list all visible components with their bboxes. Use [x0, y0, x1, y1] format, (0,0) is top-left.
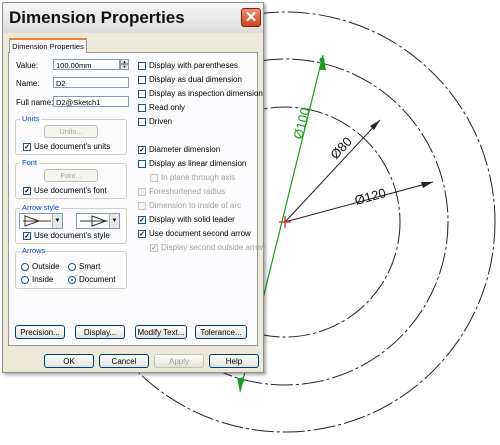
- arrows-group-title: Arrows: [20, 246, 48, 255]
- name-field[interactable]: D2: [53, 77, 129, 88]
- dim-100-handle-bottom[interactable]: [239, 377, 245, 383]
- radio-document-label: Document: [79, 275, 116, 284]
- use-doc-font-label: Use document's font: [34, 186, 107, 195]
- units-group-title: Units: [20, 114, 42, 123]
- dim-80-label[interactable]: Ø80: [327, 134, 355, 162]
- font-group-title: Font: [20, 158, 40, 167]
- option-box[interactable]: [138, 202, 146, 210]
- radio-document-circle[interactable]: [68, 276, 76, 284]
- use-doc-units-label: Use document's units: [34, 142, 111, 151]
- option-label: Display as linear dimension: [149, 159, 247, 168]
- chevron-down-icon: ▼: [52, 214, 62, 228]
- title-bar[interactable]: Dimension Properties ✕: [3, 3, 263, 33]
- option-label: Display with solid leader: [149, 215, 235, 224]
- dialog-title: Dimension Properties: [9, 8, 185, 27]
- units-button[interactable]: Units...: [44, 125, 98, 138]
- option-box[interactable]: ✓: [138, 146, 146, 154]
- option-box[interactable]: [138, 160, 146, 168]
- option-label: Display with parentheses: [149, 61, 238, 70]
- value-field[interactable]: 100.00mm: [53, 59, 120, 70]
- radio-outside-circle[interactable]: [21, 263, 29, 271]
- arrow-style-group: Arrow style ▼ ▼ ✓ Use document's style: [15, 203, 127, 244]
- value-spin-down[interactable]: ▼: [120, 64, 129, 70]
- radio-outside-label: Outside: [32, 262, 60, 271]
- fullname-field[interactable]: D2@Sketch1: [53, 96, 129, 107]
- arrow-style-right-select[interactable]: ▼: [76, 213, 120, 229]
- option-label: In plane through axis: [161, 173, 236, 182]
- value-label: Value:: [16, 61, 39, 70]
- option-box[interactable]: ✓: [138, 216, 146, 224]
- use-doc-units-box[interactable]: ✓: [23, 143, 31, 151]
- tolerance-button[interactable]: Tolerance...: [195, 325, 247, 339]
- radio-smart-label: Smart: [79, 262, 101, 271]
- option-box[interactable]: [150, 174, 158, 182]
- arrows-group: Arrows Outside Smart Inside Document: [15, 246, 127, 289]
- option-label: Driven: [149, 117, 173, 126]
- arrow-style-right-icon: [80, 215, 108, 227]
- option-label: Display as inspection dimension: [149, 89, 263, 98]
- cancel-button[interactable]: Cancel: [99, 354, 149, 368]
- ok-button[interactable]: OK: [44, 354, 94, 368]
- option-label: Display as dual dimension: [149, 75, 242, 84]
- option-box[interactable]: [138, 90, 146, 98]
- close-button[interactable]: ✕: [241, 8, 261, 27]
- use-doc-font-box[interactable]: ✓: [23, 187, 31, 195]
- option-box[interactable]: ✓: [150, 244, 158, 252]
- option-label: Display second outside arrow: [161, 243, 266, 252]
- radio-smart-circle[interactable]: [68, 263, 76, 271]
- option-box[interactable]: [138, 118, 146, 126]
- option-box[interactable]: [138, 76, 146, 84]
- arrow-style-left-icon: [23, 215, 51, 227]
- dim-120-label[interactable]: Ø120: [353, 185, 388, 208]
- dim-120-arrow: [421, 182, 433, 188]
- help-button[interactable]: Help: [209, 354, 259, 368]
- option-box[interactable]: ✓: [138, 230, 146, 238]
- units-group: Units Units... ✓ Use document's units: [15, 114, 127, 155]
- option-label: Use document second arrow: [149, 229, 251, 238]
- close-icon: ✕: [244, 9, 258, 26]
- option-label: Dimension to inside of arc: [149, 201, 242, 210]
- dim-100-label[interactable]: Ø100: [290, 106, 312, 140]
- fullname-label: Full name:: [16, 98, 54, 107]
- option-label: Diameter dimension: [149, 145, 221, 154]
- arrow-style-group-title: Arrow style: [20, 203, 62, 212]
- font-button[interactable]: Font...: [44, 169, 98, 182]
- radio-inside-label: Inside: [32, 275, 54, 284]
- dimension-properties-dialog: Dimension Properties ✕ Dimension Propert…: [2, 2, 266, 373]
- tab-dimension-properties[interactable]: Dimension Properties: [9, 38, 87, 53]
- option-box[interactable]: [138, 104, 146, 112]
- arrow-style-left-select[interactable]: ▼: [19, 213, 63, 229]
- dim-100-handle-top[interactable]: [319, 57, 325, 63]
- option-box[interactable]: [138, 62, 146, 70]
- display-button[interactable]: Display...: [75, 325, 125, 339]
- precision-button[interactable]: Precision...: [15, 325, 65, 339]
- option-label: Foreshortened radius: [149, 187, 226, 196]
- properties-panel: Value: 100.00mm ▲ ▼ Name: D2 Full name: …: [8, 52, 266, 346]
- font-group: Font Font... ✓ Use document's font: [15, 158, 127, 199]
- radio-inside-circle[interactable]: [21, 276, 29, 284]
- use-doc-style-box[interactable]: ✓: [23, 232, 31, 240]
- apply-button[interactable]: Apply: [154, 354, 204, 368]
- modify-text-button[interactable]: Modify Text...: [135, 325, 187, 339]
- name-label: Name:: [16, 79, 40, 88]
- option-label: Read only: [149, 103, 186, 112]
- option-box[interactable]: [138, 188, 146, 196]
- dim-100-arrow-top: [319, 55, 326, 70]
- chevron-down-icon: ▼: [109, 214, 119, 228]
- use-doc-style-label: Use document's style: [34, 231, 110, 240]
